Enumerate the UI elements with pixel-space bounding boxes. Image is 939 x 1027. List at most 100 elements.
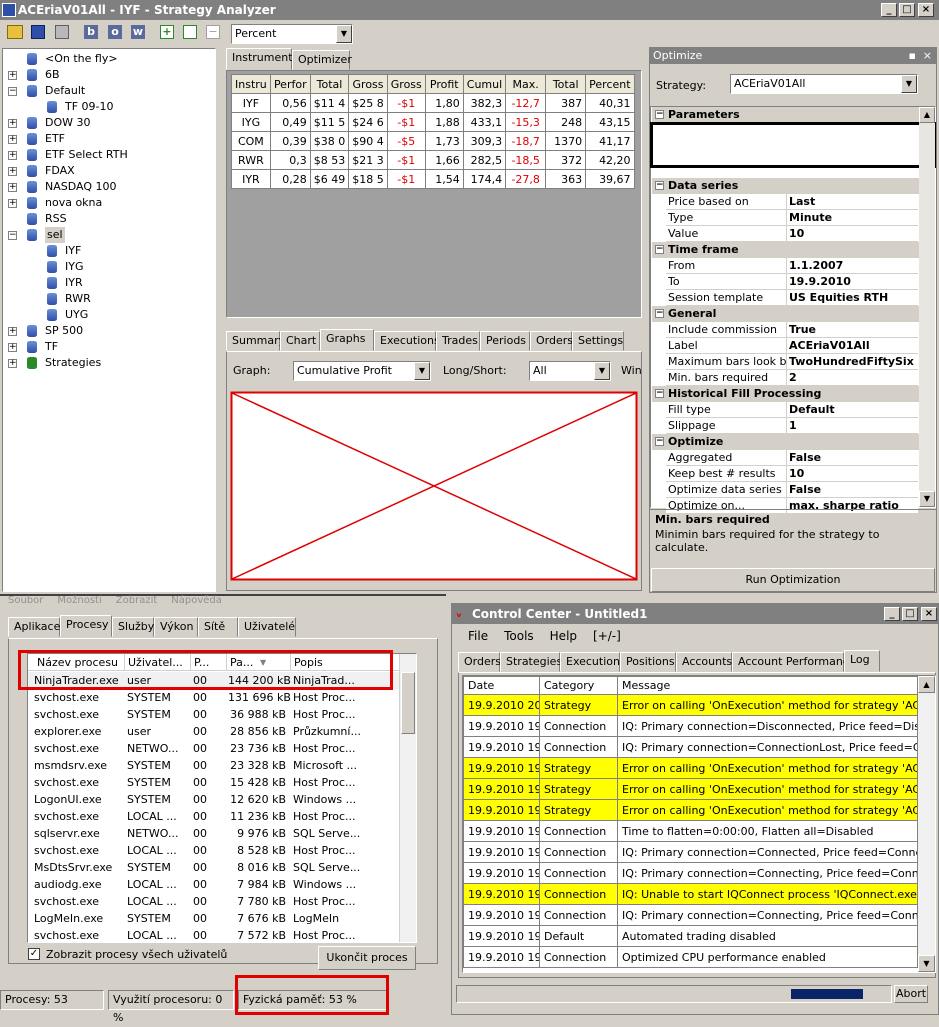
- column-header[interactable]: Gross: [348, 74, 388, 94]
- property-value[interactable]: 10: [786, 226, 918, 241]
- bold-o-icon[interactable]: o: [108, 25, 122, 39]
- tree-item[interactable]: TF 09-10: [3, 99, 213, 115]
- property-value[interactable]: 10: [786, 466, 918, 481]
- table-row[interactable]: IYR 0,28 $6 49 $18 5 -$1 1,54 174,4 -27,8 363 39,…: [231, 169, 635, 189]
- tree-item[interactable]: IYR: [3, 275, 213, 291]
- expand-icon[interactable]: +: [8, 359, 17, 368]
- tree-item[interactable]: + DOW 30: [3, 115, 213, 131]
- property-row[interactable]: Keep best # results 10: [666, 466, 918, 482]
- tab-periods[interactable]: Periods: [480, 331, 530, 351]
- tab-account-performance[interactable]: Account Performance: [732, 652, 856, 672]
- open-folder-icon[interactable]: [7, 25, 23, 39]
- column-header[interactable]: Perfor: [269, 74, 311, 94]
- tab-executions[interactable]: Executions: [374, 331, 440, 351]
- process-row[interactable]: svchost.exe LOCAL ... 00 7 572 kB Host Proc.…: [28, 927, 400, 942]
- property-row[interactable]: Min. bars required 2: [666, 370, 918, 386]
- tab-instruments[interactable]: Instruments: [226, 48, 298, 70]
- collapse-icon[interactable]: −: [655, 437, 664, 446]
- property-value[interactable]: Last: [786, 194, 918, 209]
- tab-orders[interactable]: Orders: [458, 652, 501, 672]
- column-header[interactable]: Date: [463, 676, 540, 695]
- tree-item[interactable]: + FDAX: [3, 163, 213, 179]
- property-value[interactable]: False: [786, 450, 918, 465]
- tab-strategies[interactable]: Strategies: [500, 652, 562, 672]
- property-row[interactable]: Fill type Default: [666, 402, 918, 418]
- tab-aplikace[interactable]: Aplikace: [8, 617, 60, 637]
- process-row[interactable]: sqlservr.exe NETWO... 00 9 976 kB SQL Serve.…: [28, 825, 400, 842]
- property-row[interactable]: Slippage 1: [666, 418, 918, 434]
- tab-optimizer[interactable]: Optimizer: [292, 50, 352, 70]
- tree-item[interactable]: <On the fly>: [3, 51, 213, 67]
- bold-b-icon[interactable]: b: [84, 25, 98, 39]
- property-section[interactable]: − General: [652, 306, 920, 322]
- property-value[interactable]: 1.1.2007: [786, 258, 918, 273]
- property-row[interactable]: Optimize data series False: [666, 482, 918, 498]
- remove-icon[interactable]: −: [206, 25, 220, 39]
- property-value[interactable]: 2: [786, 370, 918, 385]
- process-row[interactable]: LogMeIn.exe SYSTEM 00 7 676 kB LogMeIn: [28, 910, 400, 927]
- tree-item[interactable]: + Strategies: [3, 355, 213, 371]
- property-row[interactable]: Price based on Last: [666, 194, 918, 210]
- log-row[interactable]: 19.9.2010 19 Default Automated trading dis…: [463, 925, 918, 947]
- tree-item[interactable]: + ETF Select RTH: [3, 147, 213, 163]
- log-row[interactable]: 19.9.2010 19 Strategy Error on calling 'On…: [463, 757, 918, 779]
- property-value[interactable]: US Equities RTH: [786, 290, 918, 305]
- property-row[interactable]: Value 10: [666, 226, 918, 242]
- property-value[interactable]: 1: [786, 418, 918, 433]
- add-icon[interactable]: +: [160, 25, 174, 39]
- tree-item[interactable]: RWR: [3, 291, 213, 307]
- display-unit-dropdown[interactable]: Percent ▼: [231, 24, 353, 44]
- tree-item[interactable]: UYG: [3, 307, 213, 323]
- menu-item[interactable]: Soubor: [8, 595, 43, 606]
- tab-procesy[interactable]: Procesy: [60, 615, 112, 637]
- maximize-button[interactable]: □: [899, 3, 915, 17]
- show-all-checkbox[interactable]: ✓: [28, 948, 40, 960]
- pin-icon[interactable]: ▪: [909, 48, 916, 64]
- expand-icon[interactable]: +: [8, 119, 17, 128]
- table-row[interactable]: RWR 0,3 $8 53 $21 3 -$1 1,66 282,5 -18,5 372 42,2…: [231, 150, 635, 170]
- process-row[interactable]: MsDtsSrvr.exe SYSTEM 00 8 016 kB SQL Serve..…: [28, 859, 400, 876]
- log-scrollbar[interactable]: ▲ ▼: [918, 676, 935, 972]
- column-header[interactable]: Instru: [231, 74, 271, 94]
- property-row[interactable]: Session template US Equities RTH: [666, 290, 918, 306]
- expand-icon[interactable]: +: [8, 183, 17, 192]
- property-value[interactable]: Minute: [786, 210, 918, 225]
- process-scrollbar[interactable]: [399, 654, 416, 942]
- property-value[interactable]: ACEriaV01All: [786, 338, 918, 353]
- property-value[interactable]: Default: [786, 402, 918, 417]
- tab-graphs[interactable]: Graphs: [320, 329, 374, 351]
- bold-w-icon[interactable]: w: [131, 25, 145, 39]
- run-optimization-button[interactable]: Run Optimization: [651, 568, 935, 592]
- property-row[interactable]: From 1.1.2007: [666, 258, 918, 274]
- expand-icon[interactable]: +: [8, 71, 17, 80]
- collapse-icon[interactable]: −: [655, 110, 664, 119]
- process-row[interactable]: svchost.exe SYSTEM 00 15 428 kB Host Proc...: [28, 774, 400, 791]
- collapse-icon[interactable]: −: [655, 245, 664, 254]
- expand-icon[interactable]: +: [8, 151, 17, 160]
- collapse-icon[interactable]: −: [8, 231, 17, 240]
- log-row[interactable]: 19.9.2010 19 Connection IQ: Primary connec…: [463, 904, 918, 926]
- tab-v-kon[interactable]: Výkon: [154, 617, 198, 637]
- end-process-button[interactable]: Ukončit proces: [318, 946, 416, 970]
- column-header[interactable]: Profit: [424, 74, 464, 94]
- long-short-dropdown[interactable]: All ▼: [529, 361, 611, 381]
- column-header[interactable]: Max.: [505, 74, 547, 94]
- cc-menu-item[interactable]: Help: [550, 629, 577, 643]
- log-row[interactable]: 19.9.2010 19 Strategy Error on calling 'On…: [463, 799, 918, 821]
- property-row[interactable]: Include commission True: [666, 322, 918, 338]
- menu-item[interactable]: Možnosti: [57, 595, 101, 606]
- process-row[interactable]: svchost.exe LOCAL ... 00 8 528 kB Host Proc.…: [28, 842, 400, 859]
- expand-icon[interactable]: +: [8, 327, 17, 336]
- tab-summary[interactable]: Summary: [226, 331, 285, 351]
- tree-item[interactable]: − Default: [3, 83, 213, 99]
- tab-log[interactable]: Log: [844, 650, 880, 672]
- log-row[interactable]: 19.9.2010 19 Strategy Error on calling 'On…: [463, 778, 918, 800]
- property-section[interactable]: − Data series: [652, 178, 920, 194]
- process-row[interactable]: LogonUI.exe SYSTEM 00 12 620 kB Windows ...: [28, 791, 400, 808]
- tree-item[interactable]: + nova okna: [3, 195, 213, 211]
- property-row[interactable]: To 19.9.2010: [666, 274, 918, 290]
- column-header[interactable]: Category: [539, 676, 618, 695]
- property-scrollbar[interactable]: ▲ ▼: [919, 107, 935, 507]
- property-value[interactable]: 19.9.2010: [786, 274, 918, 289]
- tab-executions[interactable]: Executions: [560, 652, 626, 672]
